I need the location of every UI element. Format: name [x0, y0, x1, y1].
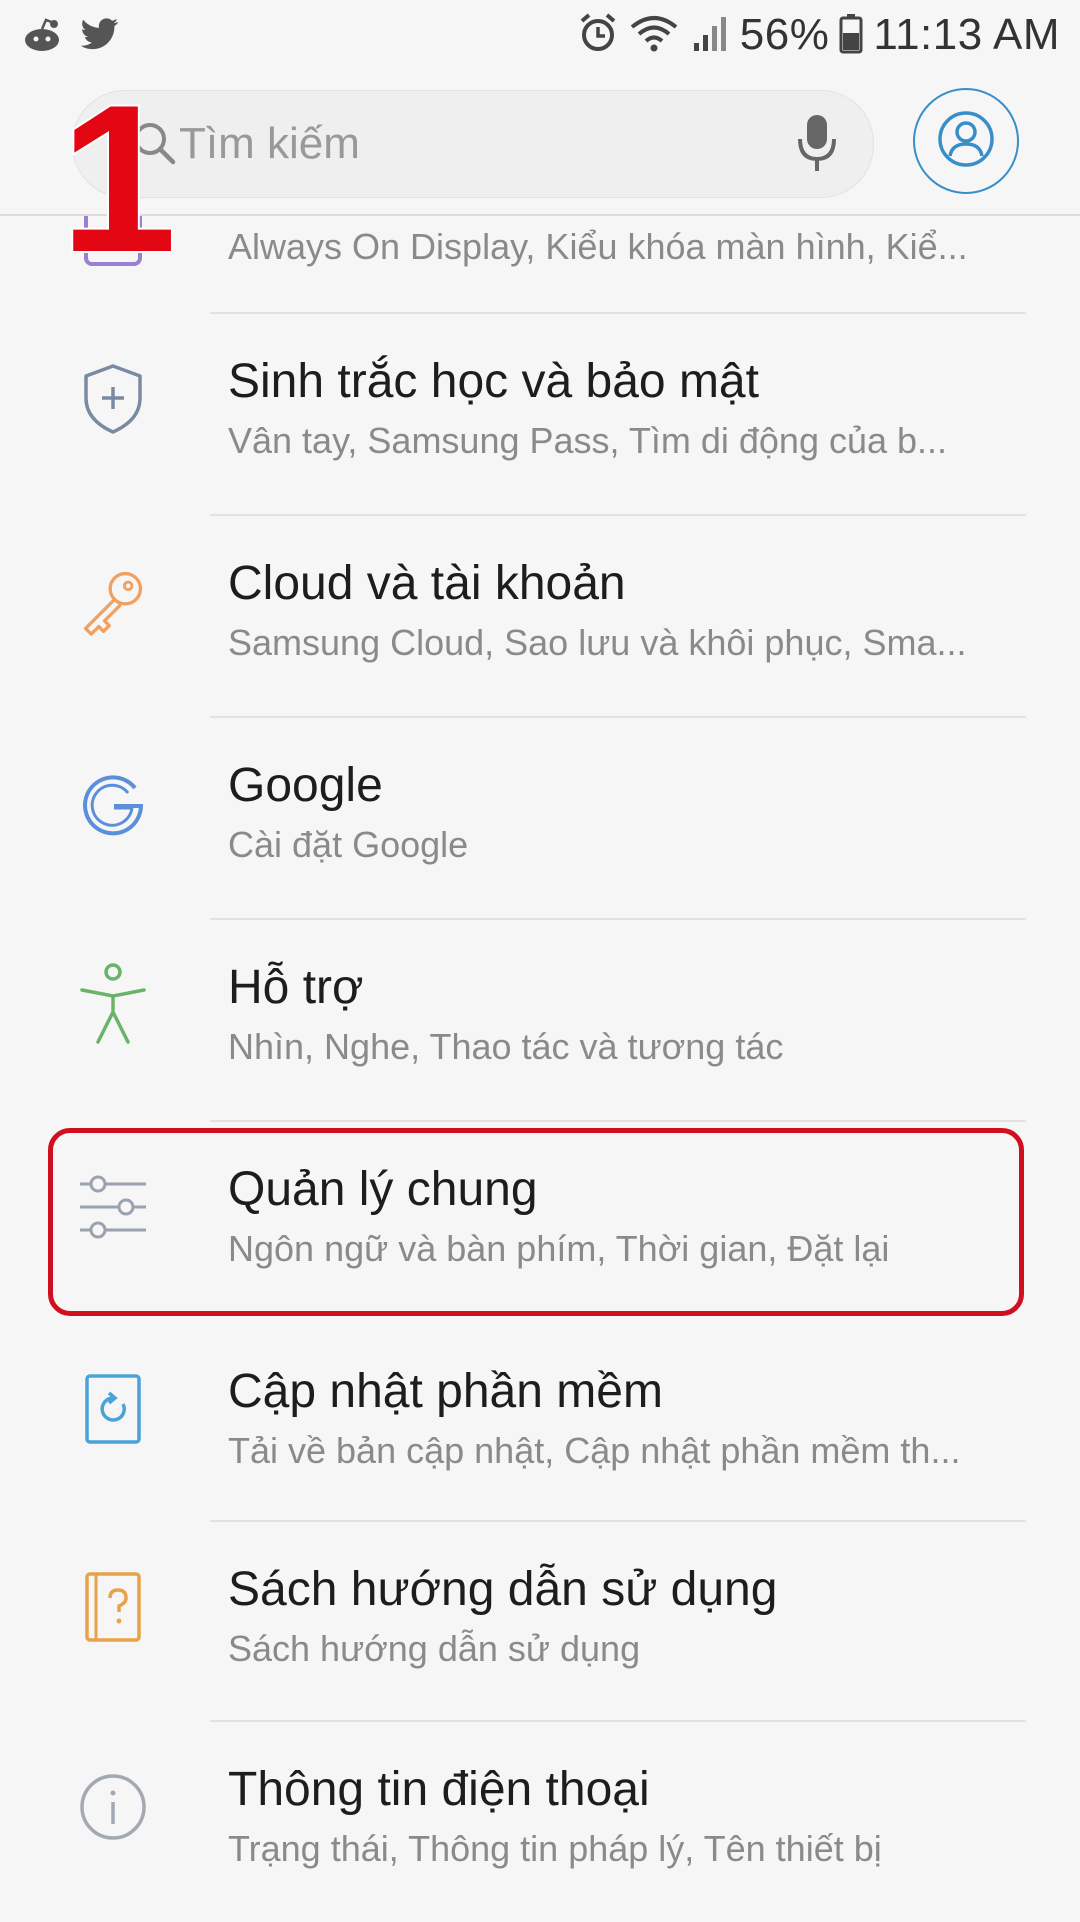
help-book-icon	[78, 1572, 148, 1642]
reddit-icon	[20, 12, 64, 61]
list-item-subtitle: Trạng thái, Thông tin pháp lý, Tên thiết…	[228, 1828, 882, 1869]
key-icon	[78, 566, 148, 636]
software-update-icon	[78, 1374, 148, 1444]
signal-icon	[690, 11, 730, 60]
user-icon	[937, 110, 995, 173]
info-icon	[78, 1772, 148, 1842]
list-item-phone-info[interactable]: Thông tin điện thoại Trạng thái, Thông t…	[0, 1722, 1080, 1922]
list-item-title: Cập nhật phần mềm	[228, 1365, 663, 1418]
list-item-subtitle: Nhìn, Nghe, Thao tác và tương tác	[228, 1026, 784, 1067]
list-item-biometrics-security[interactable]: Sinh trắc học và bảo mật Vân tay, Samsun…	[0, 314, 1080, 514]
list-item-title: Cloud và tài khoản	[228, 557, 626, 610]
clock: 11:13 AM	[873, 10, 1060, 59]
list-item-software-update[interactable]: Cập nhật phần mềm Tải về bản cập nhật, C…	[0, 1324, 1080, 1524]
shield-plus-icon	[78, 364, 148, 434]
microphone-icon[interactable]	[795, 111, 839, 180]
list-item-cloud-accounts[interactable]: Cloud và tài khoản Samsung Cloud, Sao lư…	[0, 516, 1080, 716]
list-item-subtitle: Cài đặt Google	[228, 824, 469, 865]
list-item-subtitle: Sách hướng dẫn sử dụng	[228, 1628, 641, 1669]
alarm-icon	[578, 11, 618, 60]
list-item-title: Thông tin điện thoại	[228, 1763, 650, 1816]
wifi-icon	[628, 11, 680, 60]
profile-button[interactable]	[913, 88, 1019, 194]
search-bar[interactable]	[72, 90, 874, 198]
list-item-subtitle: Always On Display, Kiểu khóa màn hình, K…	[228, 226, 968, 267]
twitter-icon	[78, 12, 122, 61]
list-item-title: Google	[228, 759, 383, 812]
battery-icon	[839, 11, 863, 60]
step-number-annotation: 1	[58, 61, 179, 296]
list-item-accessibility[interactable]: Hỗ trợ Nhìn, Nghe, Thao tác và tương tác	[0, 920, 1080, 1120]
accessibility-icon	[78, 963, 148, 1044]
list-item-subtitle: Vân tay, Samsung Pass, Tìm di động của b…	[228, 420, 948, 461]
list-item-subtitle: Tải về bản cập nhật, Cập nhật phần mềm t…	[228, 1430, 961, 1471]
list-item-subtitle: Samsung Cloud, Sao lưu và khôi phục, Sma…	[228, 622, 967, 663]
list-item-user-manual[interactable]: Sách hướng dẫn sử dụng Sách hướng dẫn sử…	[0, 1522, 1080, 1722]
list-item-title: Sách hướng dẫn sử dụng	[228, 1563, 778, 1616]
search-input[interactable]	[177, 113, 721, 175]
list-item-title: Sinh trắc học và bảo mật	[228, 355, 759, 408]
battery-percent: 56%	[739, 10, 830, 59]
google-icon	[78, 768, 148, 838]
list-item-google[interactable]: Google Cài đặt Google	[0, 718, 1080, 918]
list-item-title: Hỗ trợ	[228, 961, 364, 1014]
highlight-annotation-box	[48, 1128, 1024, 1316]
